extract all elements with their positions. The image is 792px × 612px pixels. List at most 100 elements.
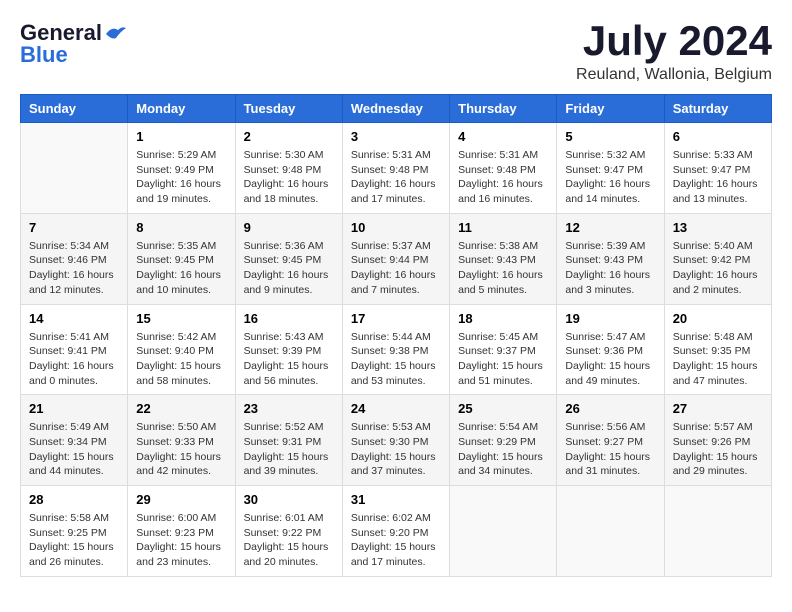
day-number: 31 bbox=[351, 492, 441, 507]
day-info: Sunrise: 5:53 AMSunset: 9:30 PMDaylight:… bbox=[351, 420, 441, 479]
day-number: 8 bbox=[136, 220, 226, 235]
day-info: Sunrise: 5:41 AMSunset: 9:41 PMDaylight:… bbox=[29, 330, 119, 389]
day-number: 12 bbox=[565, 220, 655, 235]
day-number: 30 bbox=[244, 492, 334, 507]
day-number: 7 bbox=[29, 220, 119, 235]
calendar-cell: 9 Sunrise: 5:36 AMSunset: 9:45 PMDaylight… bbox=[235, 213, 342, 304]
calendar-cell: 4 Sunrise: 5:31 AMSunset: 9:48 PMDaylight… bbox=[450, 123, 557, 214]
calendar-cell: 5 Sunrise: 5:32 AMSunset: 9:47 PMDaylight… bbox=[557, 123, 664, 214]
header-tuesday: Tuesday bbox=[235, 95, 342, 123]
calendar-cell: 21Sunrise: 5:49 AMSunset: 9:34 PMDayligh… bbox=[21, 395, 128, 486]
day-number: 26 bbox=[565, 401, 655, 416]
day-number: 2 bbox=[244, 129, 334, 144]
day-number: 19 bbox=[565, 311, 655, 326]
day-info: Sunrise: 5:57 AMSunset: 9:26 PMDaylight:… bbox=[673, 420, 763, 479]
day-info: Sunrise: 5:45 AMSunset: 9:37 PMDaylight:… bbox=[458, 330, 548, 389]
calendar-cell: 22 Sunrise: 5:50 AMSunset: 9:33 PMDayligh… bbox=[128, 395, 235, 486]
day-info: Sunrise: 5:39 AMSunset: 9:43 PMDaylight:… bbox=[565, 239, 655, 298]
day-number: 15 bbox=[136, 311, 226, 326]
calendar-cell: 18 Sunrise: 5:45 AMSunset: 9:37 PMDayligh… bbox=[450, 304, 557, 395]
calendar-cell: 30 Sunrise: 6:01 AMSunset: 9:22 PMDayligh… bbox=[235, 486, 342, 577]
header-monday: Monday bbox=[128, 95, 235, 123]
calendar-cell: 27 Sunrise: 5:57 AMSunset: 9:26 PMDayligh… bbox=[664, 395, 771, 486]
calendar-cell bbox=[450, 486, 557, 577]
calendar-cell: 14 Sunrise: 5:41 AMSunset: 9:41 PMDayligh… bbox=[21, 304, 128, 395]
day-info: Sunrise: 5:42 AMSunset: 9:40 PMDaylight:… bbox=[136, 330, 226, 389]
header-thursday: Thursday bbox=[450, 95, 557, 123]
day-info: Sunrise: 5:31 AMSunset: 9:48 PMDaylight:… bbox=[351, 148, 441, 207]
calendar-cell: 31 Sunrise: 6:02 AMSunset: 9:20 PMDayligh… bbox=[342, 486, 449, 577]
day-number: 14 bbox=[29, 311, 119, 326]
day-info: Sunrise: 5:30 AMSunset: 9:48 PMDaylight:… bbox=[244, 148, 334, 207]
calendar-cell: 19Sunrise: 5:47 AMSunset: 9:36 PMDayligh… bbox=[557, 304, 664, 395]
calendar-cell: 16 Sunrise: 5:43 AMSunset: 9:39 PMDayligh… bbox=[235, 304, 342, 395]
header-sunday: Sunday bbox=[21, 95, 128, 123]
day-info: Sunrise: 5:33 AMSunset: 9:47 PMDaylight:… bbox=[673, 148, 763, 207]
day-info: Sunrise: 5:31 AMSunset: 9:48 PMDaylight:… bbox=[458, 148, 548, 207]
day-number: 17 bbox=[351, 311, 441, 326]
day-info: Sunrise: 5:43 AMSunset: 9:39 PMDaylight:… bbox=[244, 330, 334, 389]
calendar-cell: 1 Sunrise: 5:29 AMSunset: 9:49 PMDaylight… bbox=[128, 123, 235, 214]
calendar-week-row: 7 Sunrise: 5:34 AMSunset: 9:46 PMDaylight… bbox=[21, 213, 772, 304]
calendar-cell: 10 Sunrise: 5:37 AMSunset: 9:44 PMDayligh… bbox=[342, 213, 449, 304]
day-number: 1 bbox=[136, 129, 226, 144]
day-number: 13 bbox=[673, 220, 763, 235]
calendar-cell: 29 Sunrise: 6:00 AMSunset: 9:23 PMDayligh… bbox=[128, 486, 235, 577]
calendar-week-row: 28Sunrise: 5:58 AMSunset: 9:25 PMDayligh… bbox=[21, 486, 772, 577]
day-number: 4 bbox=[458, 129, 548, 144]
day-number: 11 bbox=[458, 220, 548, 235]
logo: General Blue bbox=[20, 20, 126, 68]
day-number: 22 bbox=[136, 401, 226, 416]
header-wednesday: Wednesday bbox=[342, 95, 449, 123]
day-info: Sunrise: 6:00 AMSunset: 9:23 PMDaylight:… bbox=[136, 511, 226, 570]
month-title: July 2024 bbox=[576, 20, 772, 62]
location: Reuland, Wallonia, Belgium bbox=[576, 66, 772, 84]
calendar-cell: 13 Sunrise: 5:40 AMSunset: 9:42 PMDayligh… bbox=[664, 213, 771, 304]
day-number: 9 bbox=[244, 220, 334, 235]
day-number: 27 bbox=[673, 401, 763, 416]
calendar-cell: 24 Sunrise: 5:53 AMSunset: 9:30 PMDayligh… bbox=[342, 395, 449, 486]
day-info: Sunrise: 6:02 AMSunset: 9:20 PMDaylight:… bbox=[351, 511, 441, 570]
calendar-cell bbox=[664, 486, 771, 577]
day-info: Sunrise: 5:58 AMSunset: 9:25 PMDaylight:… bbox=[29, 511, 119, 570]
day-number: 20 bbox=[673, 311, 763, 326]
calendar-cell: 6Sunrise: 5:33 AMSunset: 9:47 PMDaylight… bbox=[664, 123, 771, 214]
day-info: Sunrise: 5:38 AMSunset: 9:43 PMDaylight:… bbox=[458, 239, 548, 298]
day-info: Sunrise: 5:56 AMSunset: 9:27 PMDaylight:… bbox=[565, 420, 655, 479]
calendar-cell: 26 Sunrise: 5:56 AMSunset: 9:27 PMDayligh… bbox=[557, 395, 664, 486]
calendar-cell: 25Sunrise: 5:54 AMSunset: 9:29 PMDayligh… bbox=[450, 395, 557, 486]
calendar-cell: 15 Sunrise: 5:42 AMSunset: 9:40 PMDayligh… bbox=[128, 304, 235, 395]
title-section: July 2024 Reuland, Wallonia, Belgium bbox=[576, 20, 772, 84]
day-info: Sunrise: 5:32 AMSunset: 9:47 PMDaylight:… bbox=[565, 148, 655, 207]
day-info: Sunrise: 5:49 AMSunset: 9:34 PMDaylight:… bbox=[29, 420, 119, 479]
day-info: Sunrise: 5:37 AMSunset: 9:44 PMDaylight:… bbox=[351, 239, 441, 298]
day-number: 24 bbox=[351, 401, 441, 416]
day-info: Sunrise: 5:34 AMSunset: 9:46 PMDaylight:… bbox=[29, 239, 119, 298]
day-info: Sunrise: 5:50 AMSunset: 9:33 PMDaylight:… bbox=[136, 420, 226, 479]
calendar-cell: 20 Sunrise: 5:48 AMSunset: 9:35 PMDayligh… bbox=[664, 304, 771, 395]
day-info: Sunrise: 5:35 AMSunset: 9:45 PMDaylight:… bbox=[136, 239, 226, 298]
header-friday: Friday bbox=[557, 95, 664, 123]
day-number: 29 bbox=[136, 492, 226, 507]
day-info: Sunrise: 5:48 AMSunset: 9:35 PMDaylight:… bbox=[673, 330, 763, 389]
calendar-cell: 7 Sunrise: 5:34 AMSunset: 9:46 PMDaylight… bbox=[21, 213, 128, 304]
day-number: 3 bbox=[351, 129, 441, 144]
day-info: Sunrise: 5:40 AMSunset: 9:42 PMDaylight:… bbox=[673, 239, 763, 298]
day-number: 18 bbox=[458, 311, 548, 326]
calendar-cell bbox=[557, 486, 664, 577]
day-info: Sunrise: 5:36 AMSunset: 9:45 PMDaylight:… bbox=[244, 239, 334, 298]
day-info: Sunrise: 6:01 AMSunset: 9:22 PMDaylight:… bbox=[244, 511, 334, 570]
day-info: Sunrise: 5:29 AMSunset: 9:49 PMDaylight:… bbox=[136, 148, 226, 207]
logo-blue: Blue bbox=[20, 42, 68, 68]
calendar-cell bbox=[21, 123, 128, 214]
calendar-cell: 23Sunrise: 5:52 AMSunset: 9:31 PMDayligh… bbox=[235, 395, 342, 486]
calendar-cell: 28Sunrise: 5:58 AMSunset: 9:25 PMDayligh… bbox=[21, 486, 128, 577]
calendar-header-row: SundayMondayTuesdayWednesdayThursdayFrid… bbox=[21, 95, 772, 123]
calendar-table: SundayMondayTuesdayWednesdayThursdayFrid… bbox=[20, 94, 772, 577]
day-number: 5 bbox=[565, 129, 655, 144]
day-number: 10 bbox=[351, 220, 441, 235]
calendar-cell: 17Sunrise: 5:44 AMSunset: 9:38 PMDayligh… bbox=[342, 304, 449, 395]
day-number: 16 bbox=[244, 311, 334, 326]
calendar-cell: 11 Sunrise: 5:38 AMSunset: 9:43 PMDayligh… bbox=[450, 213, 557, 304]
calendar-cell: 3 Sunrise: 5:31 AMSunset: 9:48 PMDaylight… bbox=[342, 123, 449, 214]
